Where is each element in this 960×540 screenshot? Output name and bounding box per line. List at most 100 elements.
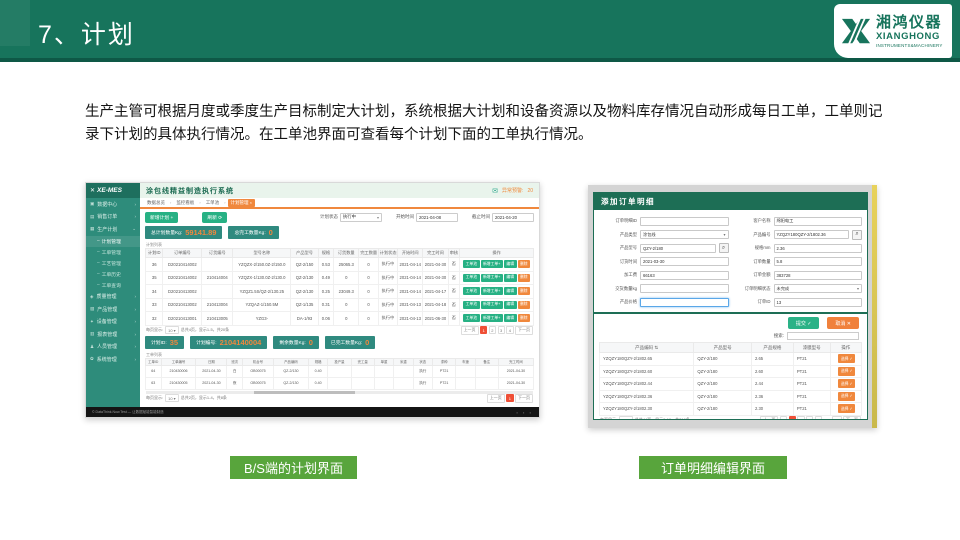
table-cell: 210414004	[202, 271, 233, 285]
prev-page-button[interactable]: 上一页	[487, 394, 505, 403]
row-action-button[interactable]: 删除	[518, 287, 531, 295]
row-action-button[interactable]: 选择 ✓	[838, 354, 855, 363]
envelope-icon[interactable]: ✉	[492, 187, 498, 195]
field-input-订货时间[interactable]: 2021-03-30	[640, 257, 729, 266]
sidebar-item-报表管理[interactable]: ▥报表管理›	[86, 328, 140, 341]
field-input-交货数量kg[interactable]	[640, 284, 729, 293]
row-action-button[interactable]: 删除	[518, 260, 531, 268]
search-icon[interactable]: ⌕	[719, 243, 729, 253]
row-action-button[interactable]: 编辑	[504, 301, 517, 309]
end-date-input[interactable]: 2021-04-20	[492, 213, 534, 222]
sidebar-item-人员管理[interactable]: ♟人员管理›	[86, 341, 140, 354]
scrollbar-thumb[interactable]	[254, 391, 355, 394]
refresh-button[interactable]: 刷新 ⟳	[202, 212, 227, 223]
start-date-input[interactable]: 2021-04-08	[416, 213, 458, 222]
page-number-2[interactable]: 2	[489, 326, 496, 334]
row-action-button[interactable]: 新增工单+	[481, 314, 503, 322]
per-page-select[interactable]: 10 ▾	[165, 394, 179, 402]
menu-label: 质量管理	[96, 293, 116, 300]
row-action-button[interactable]: 工单池	[463, 301, 479, 309]
page-number-5[interactable]: 5	[815, 416, 822, 420]
row-action-button[interactable]: 删除	[518, 301, 531, 309]
prev-page-button[interactable]: 上一页	[760, 416, 778, 421]
field-input-订单数量[interactable]: 5.8	[774, 257, 863, 266]
tab-工单池[interactable]: 工单池	[203, 199, 223, 207]
menu-label: 销售订单	[97, 213, 117, 220]
table-cell: 0.53	[318, 258, 334, 272]
page-number-1[interactable]: 1	[780, 416, 787, 420]
tab-数据总览[interactable]: 数据总览	[144, 199, 168, 207]
row-action-button[interactable]: 编辑	[504, 314, 517, 322]
row-action-button[interactable]: 工单池	[463, 287, 479, 295]
tab-计划管理[interactable]: 计划管理	[228, 199, 255, 207]
row-action-button[interactable]: 新增工单+	[481, 287, 503, 295]
sidebar-item-工单历史[interactable]: –工单历史	[86, 269, 140, 280]
row-action-button[interactable]: 编辑	[504, 260, 517, 268]
table-cell: 0	[334, 312, 359, 326]
row-action-button[interactable]: 删除	[518, 314, 531, 322]
row-action-button[interactable]: 编辑	[504, 274, 517, 282]
per-page-select[interactable]: 10 ▾	[165, 326, 179, 334]
sidebar-item-设备管理[interactable]: ✦设备管理›	[86, 316, 140, 329]
field-input-产品价格[interactable]	[640, 298, 729, 307]
page-number-3[interactable]: 3	[797, 416, 804, 420]
field-input-产品类型[interactable]: 涂包线▾	[640, 230, 729, 239]
field-input-产品型号[interactable]: QZY-2/180	[640, 244, 716, 253]
next-page-button[interactable]: 下一页	[515, 394, 533, 403]
page-number-4[interactable]: 4	[506, 326, 513, 334]
sidebar-item-数据中心[interactable]: ▣数据中心›	[86, 198, 140, 211]
add-plan-button[interactable]: 新增计划 +	[145, 212, 178, 223]
sidebar-item-质量管理[interactable]: ◈质量管理›	[86, 291, 140, 304]
sidebar-item-工单查询[interactable]: –工单查询	[86, 280, 140, 291]
row-action-button[interactable]: 选择 ✓	[838, 404, 855, 413]
table-cell: YZQZY180QZY-2/1802.30	[600, 403, 694, 416]
sidebar-item-计划管理[interactable]: –计划管理	[86, 236, 140, 247]
field-input-订单金额[interactable]: 383728	[774, 271, 863, 280]
row-action-button[interactable]: 编辑	[504, 287, 517, 295]
sidebar-item-工单管理[interactable]: –工单管理	[86, 247, 140, 258]
row-action-button[interactable]: 选择 ✓	[838, 392, 855, 401]
page-number-2[interactable]: 2	[789, 416, 796, 420]
per-page-select[interactable]: 10 ▾	[619, 416, 633, 420]
horizontal-scrollbar[interactable]	[146, 391, 533, 394]
field-input-订单明细状态[interactable]: 未完成▾	[774, 284, 863, 293]
next-page-button[interactable]: 下一页	[515, 326, 533, 335]
stat-banner: 已完工数量Kg:0	[325, 336, 375, 349]
field-input-客户名称[interactable]: 绵阳电工	[774, 217, 863, 226]
sidebar-item-销售订单[interactable]: ▤销售订单›	[86, 211, 140, 224]
field-input-规格mm[interactable]: 2.36	[774, 244, 863, 253]
page-number-1[interactable]: 1	[480, 326, 487, 334]
page-number-…[interactable]: …	[824, 417, 831, 420]
row-action-button[interactable]: 工单池	[463, 260, 479, 268]
row-action-button[interactable]: 选择 ✓	[838, 379, 855, 388]
row-action-button[interactable]: 选择 ✓	[838, 367, 855, 376]
page-number-44[interactable]: 44	[832, 416, 841, 420]
row-action-button[interactable]: 删除	[518, 274, 531, 282]
row-action-button[interactable]: 工单池	[463, 274, 479, 282]
search-input[interactable]	[787, 332, 859, 340]
field-input-加工费[interactable]: 66163	[640, 271, 729, 280]
row-action-button[interactable]: 工单池	[463, 314, 479, 322]
sidebar-item-生产计划[interactable]: ▦生产计划⌄	[86, 223, 140, 236]
mes-toolbar: 新增计划 + 刷新 ⟳ 计划状态 执行中▾ 开始时间 2021-04-08 截止…	[140, 209, 539, 225]
field-input-订单明细ID[interactable]	[640, 217, 729, 226]
page-number-1[interactable]: 1	[506, 394, 513, 402]
page-number-3[interactable]: 3	[498, 326, 505, 334]
sidebar-item-系统管理[interactable]: ✿系统管理›	[86, 353, 140, 366]
table-cell: PT21	[793, 403, 830, 416]
submit-button[interactable]: 提交 ✓	[788, 317, 820, 329]
next-page-button[interactable]: 下一页	[843, 416, 861, 421]
sidebar-item-工艺管理[interactable]: –工艺管理	[86, 258, 140, 269]
page-number-4[interactable]: 4	[806, 416, 813, 420]
plan-status-select[interactable]: 执行中▾	[340, 213, 382, 222]
row-action-button[interactable]: 新增工单+	[481, 260, 503, 268]
tab-监控看板[interactable]: 监控看板	[173, 199, 197, 207]
prev-page-button[interactable]: 上一页	[461, 326, 479, 335]
field-input-订单ID[interactable]: 13	[774, 298, 863, 307]
row-action-button[interactable]: 新增工单+	[481, 274, 503, 282]
sidebar-item-产品管理[interactable]: ▧产品管理›	[86, 303, 140, 316]
search-icon[interactable]: ⌕	[852, 230, 862, 240]
row-action-button[interactable]: 新增工单+	[481, 301, 503, 309]
field-input-产品编号[interactable]: YZQZY180QZY-2/1802.36	[774, 230, 850, 239]
cancel-button[interactable]: 取消 ✕	[827, 317, 859, 329]
